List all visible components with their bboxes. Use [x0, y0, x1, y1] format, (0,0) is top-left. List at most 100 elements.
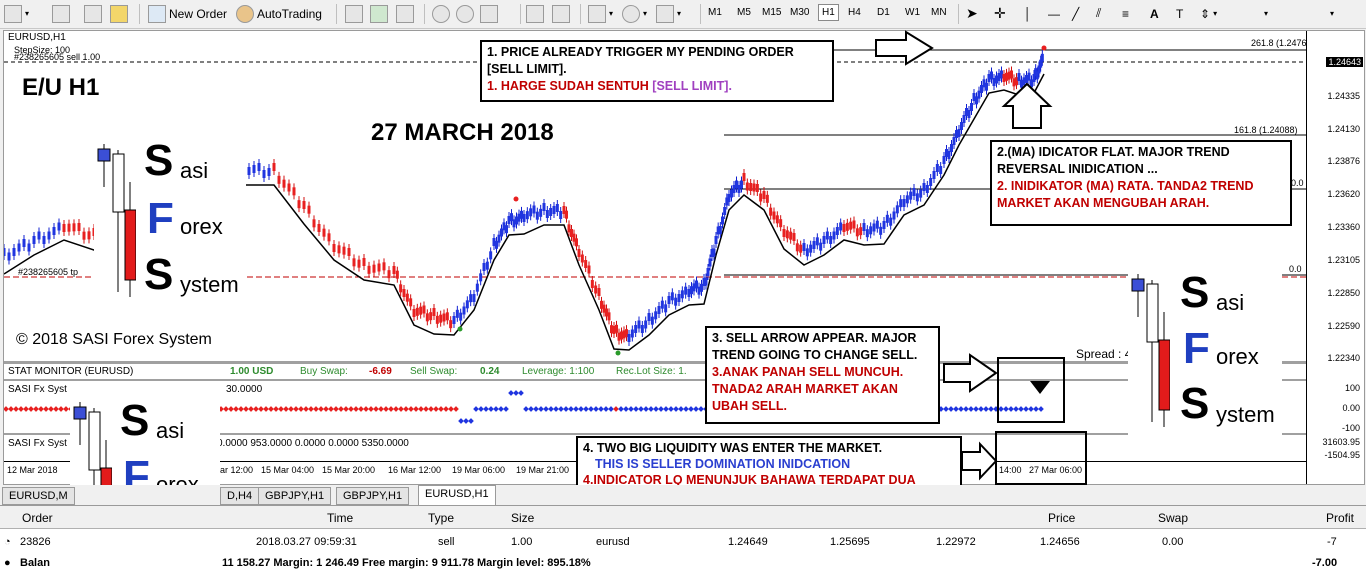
new-order-button[interactable]: New Order — [148, 3, 227, 24]
zoom-out-button[interactable] — [456, 3, 474, 24]
file-menu-button[interactable]: ▾ — [4, 3, 29, 24]
candle-body — [882, 221, 886, 229]
indicator-dot — [298, 406, 304, 412]
price-axis[interactable]: 1.24643 1.24335 1.24130 1.23876 1.23620 … — [1306, 31, 1364, 484]
date-tick: 16 Mar 12:00 — [388, 465, 442, 475]
candle-body — [789, 231, 793, 240]
candle-body — [455, 309, 459, 318]
profiles-button[interactable] — [52, 3, 70, 24]
candle-body — [889, 217, 893, 226]
candle-body — [634, 325, 638, 333]
fibo-button[interactable]: ≡ — [1122, 3, 1129, 24]
chart-tab-active[interactable]: EURUSD,H1 — [418, 485, 496, 505]
tf-d1[interactable]: D1 — [877, 7, 890, 18]
chart-tab[interactable]: GBPJPY,H1 — [258, 487, 332, 505]
candle-body — [449, 320, 453, 329]
col-profit[interactable]: Profit — [1326, 511, 1354, 525]
date-tick: 15 Mar 20:00 — [322, 465, 376, 475]
candle-body — [792, 233, 796, 241]
tp-line-label: #238265605 tp — [18, 267, 79, 277]
indicator-dot — [288, 406, 294, 412]
candle-body — [740, 180, 743, 189]
chart-tab[interactable]: D,H4 — [220, 487, 260, 505]
indicator-dot — [468, 418, 474, 424]
indicator-dot — [428, 406, 434, 412]
tile-windows-button[interactable] — [480, 3, 498, 24]
indicator-dot — [58, 406, 64, 412]
line-chart-button[interactable] — [396, 3, 414, 24]
crosshair-button[interactable]: ✛ — [994, 3, 1006, 24]
indicator-dot — [513, 390, 519, 396]
logo-word: orex — [1216, 344, 1259, 369]
tf-h1[interactable]: H1 — [818, 4, 839, 21]
sell-arrow-icon — [1030, 381, 1050, 394]
crosshair-nav-button[interactable] — [84, 3, 102, 24]
indicator-dot — [508, 390, 514, 396]
indicator-dot — [483, 406, 489, 412]
logo-letter: F — [147, 194, 174, 243]
candle-body — [402, 289, 406, 297]
candle-body — [77, 223, 81, 231]
indicator-dot — [273, 406, 279, 412]
candle-body — [472, 294, 476, 302]
channel-button[interactable]: ⫽ — [1096, 3, 1101, 24]
price-tick: 1.24130 — [1327, 124, 1360, 134]
indicators-button[interactable]: ▾ — [588, 3, 613, 24]
candle-chart-button[interactable] — [370, 3, 388, 24]
candle-body — [714, 236, 718, 244]
tf-w1[interactable]: W1 — [905, 7, 920, 18]
candle-body — [704, 277, 708, 286]
indicator-dot — [1023, 406, 1029, 412]
arrows-button[interactable]: ⇕ ▾ — [1200, 3, 1217, 24]
candle-body — [1040, 53, 1044, 62]
periods-button[interactable]: ▾ — [622, 3, 647, 24]
candle-body — [637, 320, 641, 329]
vertical-line-button[interactable]: │ — [1024, 3, 1032, 24]
candle-body — [459, 312, 463, 321]
chart-shift-button[interactable] — [526, 3, 544, 24]
templates-button[interactable]: ▾ — [656, 3, 681, 24]
price-tick: 1.23360 — [1327, 222, 1360, 232]
trendline-button[interactable]: ╱ — [1072, 3, 1079, 24]
candle-body — [475, 283, 479, 292]
autotrading-button[interactable]: AutoTrading — [236, 3, 322, 24]
chart-tab[interactable]: GBPJPY,H1 — [336, 487, 410, 505]
favorites-button[interactable] — [110, 3, 128, 24]
col-price[interactable]: Price — [1048, 511, 1075, 525]
candle-body — [287, 183, 291, 192]
tf-m1[interactable]: M1 — [708, 7, 722, 18]
text-button[interactable]: A — [1150, 3, 1159, 24]
zoom-in-button[interactable] — [432, 3, 450, 24]
chart-tab[interactable]: EURUSD,M — [2, 487, 75, 505]
col-time[interactable]: Time — [327, 511, 353, 525]
label-button[interactable]: T — [1176, 3, 1183, 24]
toolbar-expand[interactable]: ▾ — [1330, 3, 1334, 24]
cell-swap: 0.00 — [1162, 536, 1184, 548]
col-swap[interactable]: Swap — [1158, 511, 1188, 525]
horizontal-line-button[interactable]: ― — [1048, 3, 1060, 24]
cursor-button[interactable]: ➤ — [966, 3, 978, 24]
bar-chart-button[interactable] — [345, 3, 363, 24]
date-tick: 27 Mar 06:00 — [1029, 465, 1083, 475]
toolbar-dropdown[interactable]: ▾ — [1264, 3, 1268, 24]
candle-body — [409, 298, 413, 307]
indicator-dot — [383, 406, 389, 412]
templates-icon — [656, 4, 674, 23]
col-type[interactable]: Type — [428, 511, 454, 525]
tf-m15[interactable]: M15 — [762, 7, 781, 18]
col-size[interactable]: Size — [511, 511, 534, 525]
ind2-title: SASI Fx Syst — [8, 438, 67, 449]
annotation-1-highlight: [SELL LIMIT]. — [652, 79, 732, 93]
col-order[interactable]: Order — [22, 511, 53, 525]
autoscroll-button[interactable] — [552, 3, 570, 24]
logo-letter: S — [1180, 268, 1210, 317]
candle-body — [435, 315, 439, 324]
candle-body — [845, 222, 849, 231]
tf-m5[interactable]: M5 — [737, 7, 751, 18]
candle-body — [392, 266, 396, 274]
tf-h4[interactable]: H4 — [848, 7, 861, 18]
tf-m30[interactable]: M30 — [790, 7, 809, 18]
tf-mn[interactable]: MN — [931, 7, 947, 18]
candle-body — [559, 211, 563, 219]
annotation-3-my: 3.ANAK PANAH SELL MUNCUH. TNADA2 ARAH MA… — [712, 365, 904, 413]
